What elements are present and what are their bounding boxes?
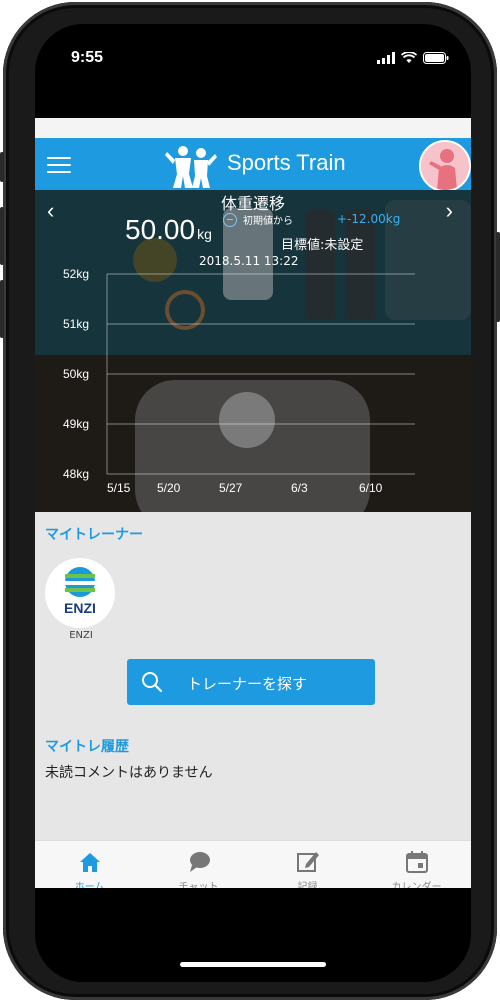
app-title: Sports Train bbox=[227, 150, 346, 175]
wifi-icon bbox=[401, 52, 417, 63]
current-weight-unit: kg bbox=[197, 226, 212, 242]
x-tick-label: 5/15 bbox=[107, 481, 131, 495]
next-arrow-icon[interactable]: › bbox=[446, 198, 453, 224]
battery-icon bbox=[423, 52, 449, 64]
y-tick-label: 51kg bbox=[63, 317, 89, 331]
weight-panel: 体重遷移 ‹ › 50.00 kg 初期値から +-12.00kg 目標値:未設定… bbox=[35, 190, 471, 512]
history-title: マイトレ履歴 bbox=[45, 739, 129, 755]
home-icon bbox=[80, 853, 100, 872]
initial-label: 初期値から bbox=[243, 216, 293, 227]
find-trainer-button[interactable]: トレーナーを探す bbox=[127, 659, 375, 705]
edit-icon bbox=[297, 852, 319, 872]
mute-switch bbox=[0, 152, 4, 182]
trainer-name: ENZI bbox=[69, 630, 93, 641]
globe-logo-icon: ENZI bbox=[64, 567, 96, 616]
trainer-card[interactable]: ENZI ENZI bbox=[45, 558, 117, 641]
y-tick-label: 48kg bbox=[63, 467, 89, 481]
current-weight-value: 50.00 bbox=[125, 214, 196, 245]
signal-icon bbox=[377, 52, 395, 64]
my-trainer-section: マイトレーナー bbox=[45, 524, 143, 544]
y-tick-label: 52kg bbox=[63, 267, 89, 281]
trainer-logo-text: ENZI bbox=[64, 600, 96, 616]
power-button bbox=[496, 232, 500, 322]
calendar-icon bbox=[406, 851, 428, 873]
tab-home[interactable]: ホーム bbox=[35, 841, 144, 888]
find-trainer-label: トレーナーを探す bbox=[187, 675, 308, 693]
tab-chat-label: チャット bbox=[178, 882, 219, 888]
screen: 9:55 Sports Train 体重遷移 ‹ › 50.00 kg 初期値か… bbox=[35, 24, 471, 982]
history-message: 未読コメントはありません bbox=[45, 765, 213, 781]
tab-bar: ホーム チャット 記録 カレンダー bbox=[35, 840, 471, 888]
minus-circle-icon bbox=[223, 212, 237, 227]
x-tick-label: 5/27 bbox=[219, 481, 243, 495]
brand-logo-icon bbox=[165, 146, 217, 188]
search-icon bbox=[142, 672, 163, 693]
avatar[interactable] bbox=[419, 140, 471, 192]
volume-up-button bbox=[0, 207, 4, 265]
history-section: マイトレ履歴 bbox=[45, 736, 129, 756]
app-header: Sports Train bbox=[35, 138, 471, 192]
status-icons bbox=[377, 52, 449, 64]
brand: Sports Train bbox=[35, 138, 471, 190]
status-time: 9:55 bbox=[71, 49, 104, 66]
y-tick-label: 50kg bbox=[63, 367, 89, 381]
x-tick-label: 5/20 bbox=[157, 481, 181, 495]
current-weight: 50.00 kg bbox=[125, 214, 212, 246]
top-strip bbox=[35, 118, 471, 138]
x-tick-label: 6/10 bbox=[359, 481, 383, 495]
home-indicator[interactable] bbox=[180, 962, 326, 967]
tab-record[interactable]: 記録 bbox=[253, 841, 362, 888]
prev-arrow-icon[interactable]: ‹ bbox=[47, 198, 54, 224]
avatar-person-icon bbox=[421, 142, 469, 190]
tab-record-label: 記録 bbox=[297, 882, 318, 888]
volume-down-button bbox=[0, 280, 4, 338]
chat-icon bbox=[190, 852, 210, 872]
target-weight: 目標値:未設定 bbox=[281, 238, 364, 253]
weight-diff: +-12.00kg bbox=[337, 212, 401, 226]
notch bbox=[135, 24, 371, 54]
y-tick-label: 49kg bbox=[63, 417, 89, 431]
app-view: Sports Train 体重遷移 ‹ › 50.00 kg 初期値から +-1… bbox=[35, 118, 471, 888]
tab-home-label: ホーム bbox=[74, 882, 105, 888]
initial-row: 初期値から bbox=[223, 212, 293, 227]
x-tick-label: 6/3 bbox=[291, 481, 308, 495]
tab-calendar[interactable]: カレンダー bbox=[362, 841, 471, 888]
phone-frame: 9:55 Sports Train 体重遷移 ‹ › 50.00 kg 初期値か… bbox=[0, 2, 500, 1000]
chart-title: 体重遷移 bbox=[220, 194, 285, 213]
tab-chat[interactable]: チャット bbox=[144, 841, 253, 888]
trainer-logo: ENZI bbox=[45, 558, 115, 628]
my-trainer-title: マイトレーナー bbox=[45, 527, 143, 543]
tab-calendar-label: カレンダー bbox=[391, 882, 442, 888]
weight-chart: 48kg 49kg 50kg 51kg 52kg 5/15 5/20 5/27 6/3 6/10 bbox=[63, 267, 415, 495]
